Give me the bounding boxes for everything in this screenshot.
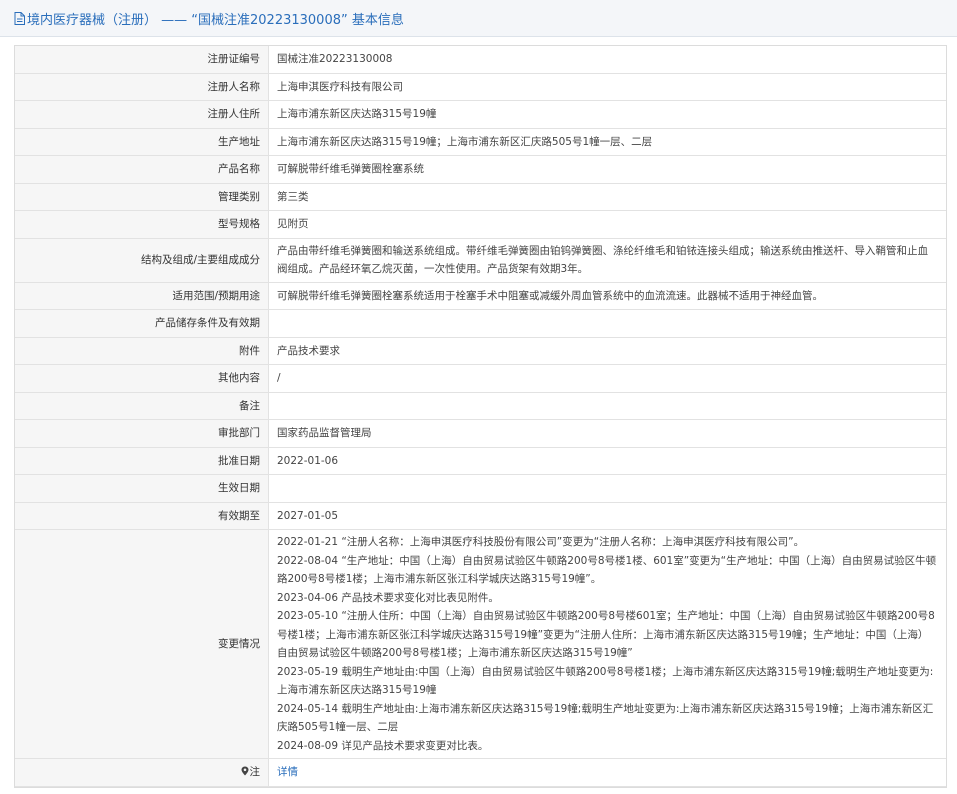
field-value: 见附页 xyxy=(268,210,946,239)
field-label: 其他内容 xyxy=(15,364,269,393)
field-value: 可解脱带纤维毛弹簧圈栓塞系统 xyxy=(268,155,946,184)
note-label-text: 注 xyxy=(249,766,261,778)
field-label: 附件 xyxy=(15,336,269,365)
field-value: 2022-01-06 xyxy=(268,446,946,475)
field-label: 审批部门 xyxy=(15,419,269,448)
table-row: 产品名称 可解脱带纤维毛弹簧圈栓塞系统 xyxy=(15,155,946,184)
field-label: 生产地址 xyxy=(15,127,269,156)
field-value: 国械注准20223130008 xyxy=(268,46,946,74)
table-row: 审批部门 国家药品监督管理局 xyxy=(15,419,946,448)
field-value: 产品技术要求 xyxy=(268,336,946,365)
change-entry: 2023-05-10 “注册人住所：中国（上海）自由贸易试验区牛顿路200号8号… xyxy=(277,610,935,659)
table-row: 管理类别 第三类 xyxy=(15,182,946,211)
page-header: 境内医疗器械（注册） —— “国械注准20223130008” 基本信息 xyxy=(0,0,957,37)
table-row: 注册人住所 上海市浦东新区庆达路315号19幢 xyxy=(15,100,946,129)
note-label: 注 xyxy=(15,758,269,787)
table-row: 批准日期 2022-01-06 xyxy=(15,446,946,475)
field-label: 生效日期 xyxy=(15,474,269,503)
table-row: 型号规格 见附页 xyxy=(15,210,946,239)
table-row: 生效日期 xyxy=(15,474,946,503)
field-value: 产品由带纤维毛弹簧圈和输送系统组成。带纤维毛弹簧圈由铂钨弹簧圈、涤纶纤维毛和铂铱… xyxy=(268,237,946,283)
field-label: 适用范围/预期用途 xyxy=(15,281,269,310)
field-value: 上海市浦东新区庆达路315号19幢 xyxy=(268,100,946,129)
table-row: 注册证编号 国械注准20223130008 xyxy=(15,46,946,74)
field-label: 型号规格 xyxy=(15,210,269,239)
table-row: 生产地址 上海市浦东新区庆达路315号19幢；上海市浦东新区汇庆路505号1幢一层… xyxy=(15,127,946,156)
change-entry: 2022-01-21 “注册人名称：上海申淇医疗科技股份有限公司”变更为“注册人… xyxy=(277,536,805,548)
details-link[interactable]: 详情 xyxy=(277,766,298,778)
table-row: 其他内容 / xyxy=(15,364,946,393)
change-entry: 2023-04-06 产品技术要求变化对比表见附件。 xyxy=(277,591,499,604)
field-value xyxy=(268,474,946,503)
field-value xyxy=(268,309,946,338)
info-table: 注册证编号 国械注准20223130008 注册人名称 上海申淇医疗科技有限公司 注… xyxy=(14,45,947,788)
field-label: 注册证编号 xyxy=(15,46,269,74)
field-value xyxy=(268,391,946,420)
document-icon xyxy=(14,11,25,25)
table-row: 结构及组成/主要组成成分 产品由带纤维毛弹簧圈和输送系统组成。带纤维毛弹簧圈由铂钨… xyxy=(15,237,946,283)
note-value: 详情 xyxy=(268,758,946,787)
field-label: 产品储存条件及有效期 xyxy=(15,309,269,338)
field-label: 变更情况 xyxy=(15,529,269,759)
pin-icon xyxy=(241,766,248,776)
field-label: 结构及组成/主要组成成分 xyxy=(15,237,269,283)
table-row: 有效期至 2027-01-05 xyxy=(15,501,946,530)
field-label: 备注 xyxy=(15,391,269,420)
change-entry: 2024-08-09 详见产品技术要求变更对比表。 xyxy=(277,739,489,752)
change-entry: 2024-05-14 载明生产地址由:上海市浦东新区庆达路315号19幢;载明生… xyxy=(277,702,934,734)
field-label: 注册人名称 xyxy=(15,72,269,101)
table-row: 适用范围/预期用途 可解脱带纤维毛弹簧圈栓塞系统适用于栓塞手术中阻塞或减缓外周血管… xyxy=(15,281,946,310)
field-value: / xyxy=(268,364,946,393)
page-title: 境内医疗器械（注册） —— “国械注准20223130008” 基本信息 xyxy=(27,12,404,28)
field-label: 注册人住所 xyxy=(15,100,269,129)
field-value: 第三类 xyxy=(268,182,946,211)
change-entry: 2022-08-04 “生产地址：中国（上海）自由贸易试验区牛顿路200号8号楼… xyxy=(277,554,937,586)
change-history-row: 变更情况 2022-01-21 “注册人名称：上海申淇医疗科技股份有限公司”变更… xyxy=(15,529,946,759)
field-label: 产品名称 xyxy=(15,155,269,184)
note-row: 注 详情 xyxy=(15,758,946,787)
table-row: 产品储存条件及有效期 xyxy=(15,309,946,338)
field-label: 管理类别 xyxy=(15,182,269,211)
field-value: 可解脱带纤维毛弹簧圈栓塞系统适用于栓塞手术中阻塞或减缓外周血管系统中的血流流速。… xyxy=(268,281,946,310)
field-value: 上海市浦东新区庆达路315号19幢；上海市浦东新区汇庆路505号1幢一层、二层 xyxy=(268,127,946,156)
field-label: 有效期至 xyxy=(15,501,269,530)
table-row: 附件 产品技术要求 xyxy=(15,336,946,365)
table-row: 备注 xyxy=(15,391,946,420)
field-value: 上海申淇医疗科技有限公司 xyxy=(268,72,946,101)
field-label: 批准日期 xyxy=(15,446,269,475)
field-value: 2027-01-05 xyxy=(268,501,946,530)
change-history: 2022-01-21 “注册人名称：上海申淇医疗科技股份有限公司”变更为“注册人… xyxy=(268,529,946,759)
field-value: 国家药品监督管理局 xyxy=(268,419,946,448)
change-entry: 2023-05-19 载明生产地址由:中国（上海）自由贸易试验区牛顿路200号8… xyxy=(277,665,934,697)
table-row: 注册人名称 上海申淇医疗科技有限公司 xyxy=(15,72,946,101)
